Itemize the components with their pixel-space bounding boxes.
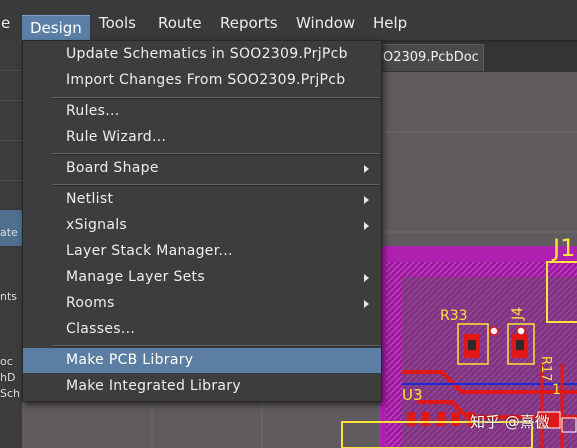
menu-design[interactable]: Design	[22, 15, 90, 41]
menu-tools[interactable]: Tools	[99, 11, 136, 35]
label-j4: J4	[510, 307, 526, 321]
menu-item-rules[interactable]: Rules...	[23, 99, 381, 124]
watermark: 知乎 @熹微	[470, 413, 550, 431]
submenu-arrow-icon	[364, 300, 369, 308]
document-tab-strip: O2309.PcbDoc	[380, 42, 577, 72]
menu-item-make-pcb-library[interactable]: Make PCB Library	[23, 348, 381, 373]
menu-bar: e Design Tools Route Reports Window Help	[0, 0, 577, 41]
menu-item-update-schematics[interactable]: Update Schematics in SOO2309.PrjPcb	[23, 42, 381, 67]
panel-divider	[0, 70, 22, 71]
design-menu-dropdown: Update Schematics in SOO2309.PrjPcb Impo…	[22, 40, 382, 402]
panel-divider	[0, 100, 22, 101]
menu-file-fragment[interactable]: e	[1, 11, 10, 35]
menu-item-rule-wizard[interactable]: Rule Wizard...	[23, 125, 381, 150]
menu-separator	[53, 345, 379, 347]
submenu-arrow-icon	[364, 222, 369, 230]
menu-separator	[53, 184, 379, 186]
label-r33: R33	[440, 308, 468, 324]
tab-pcbdoc[interactable]: O2309.PcbDoc	[380, 44, 484, 71]
panel-item-fragment[interactable]: ate	[0, 226, 22, 239]
menu-route[interactable]: Route	[158, 11, 202, 35]
menu-item-xsignals[interactable]: xSignals	[23, 213, 381, 238]
menu-item-board-shape[interactable]: Board Shape	[23, 156, 381, 181]
submenu-arrow-icon	[364, 196, 369, 204]
menu-window[interactable]: Window	[296, 11, 355, 35]
menu-item-layer-stack-manager[interactable]: Layer Stack Manager...	[23, 239, 381, 264]
label-r17: R17	[538, 356, 553, 382]
projects-panel: ate nts oc hD Sch	[0, 40, 22, 448]
label-pin-1: 1	[552, 382, 561, 398]
panel-item-fragment[interactable]: hD	[0, 371, 22, 384]
panel-divider	[0, 180, 22, 181]
label-j1: J1	[551, 234, 575, 262]
menu-item-rooms[interactable]: Rooms	[23, 291, 381, 316]
submenu-arrow-icon	[364, 274, 369, 282]
panel-item-fragment[interactable]: oc	[0, 355, 22, 368]
label-u3: U3	[402, 386, 423, 404]
menu-item-classes[interactable]: Classes...	[23, 317, 381, 342]
menu-item-netlist[interactable]: Netlist	[23, 187, 381, 212]
panel-divider	[0, 140, 22, 141]
menu-reports[interactable]: Reports	[220, 11, 278, 35]
panel-item-fragment[interactable]: nts	[0, 290, 22, 303]
submenu-arrow-icon	[364, 165, 369, 173]
menu-item-manage-layer-sets[interactable]: Manage Layer Sets	[23, 265, 381, 290]
menu-item-make-integrated-library[interactable]: Make Integrated Library	[23, 374, 381, 399]
panel-item-fragment[interactable]: Sch	[0, 387, 22, 400]
menu-help[interactable]: Help	[373, 11, 407, 35]
menu-item-import-changes[interactable]: Import Changes From SOO2309.PrjPcb	[23, 68, 381, 93]
menu-separator	[53, 153, 379, 155]
